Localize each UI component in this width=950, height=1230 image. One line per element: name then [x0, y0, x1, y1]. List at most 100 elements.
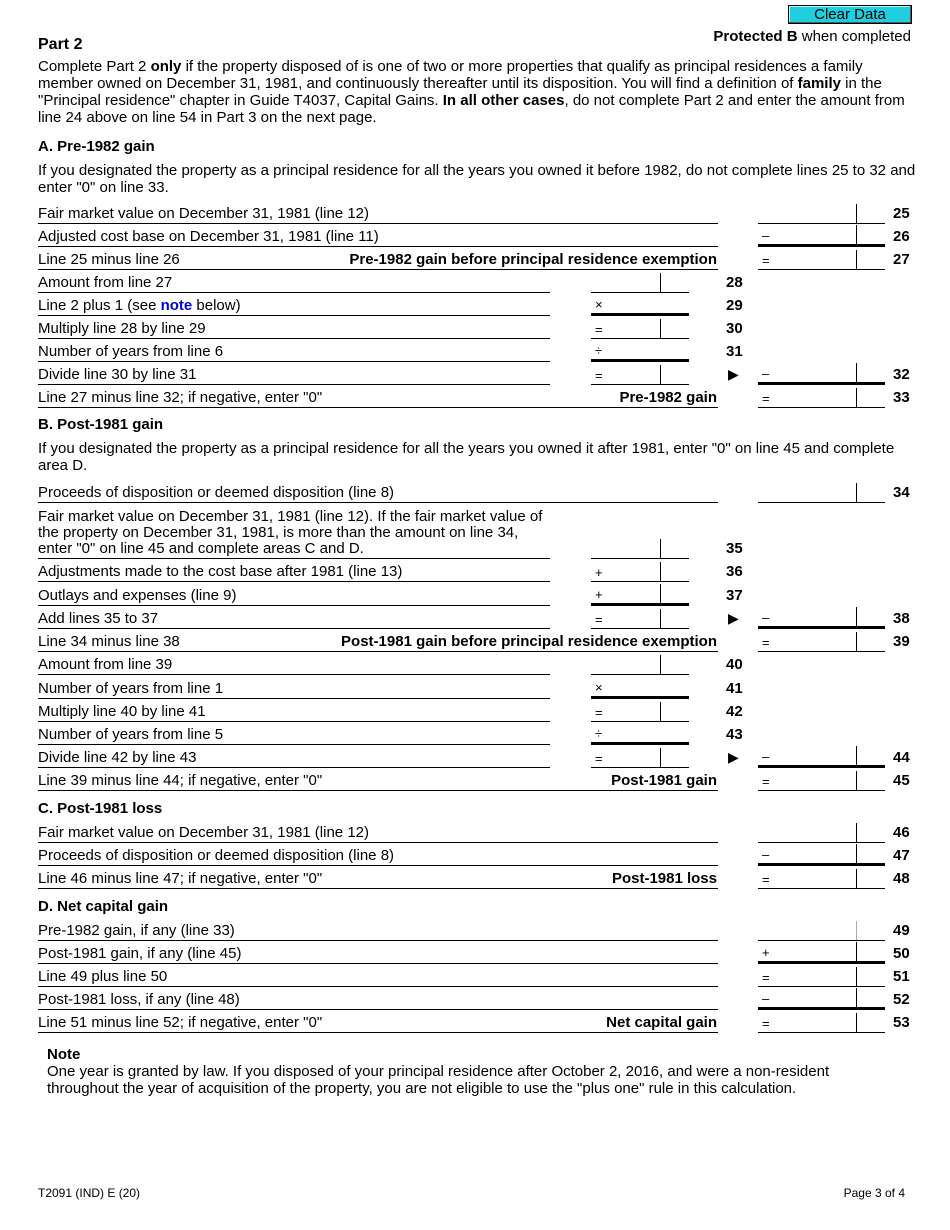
divide-operator: ÷: [595, 726, 603, 741]
line-52-input[interactable]: –: [758, 988, 885, 1010]
underline: [38, 407, 718, 408]
line-28-row: Amount from line 27 28: [38, 270, 918, 293]
line-45-input[interactable]: =: [758, 771, 885, 791]
line-32-mid-input[interactable]: =: [591, 365, 689, 385]
line-number: 46: [893, 824, 910, 841]
line-33-input[interactable]: =: [758, 388, 885, 408]
line-label: Divide line 42 by line 43: [38, 749, 197, 766]
line-43-row: Number of years from line 5 ÷ 43: [38, 722, 918, 745]
protected-b-label: Protected B when completed: [713, 28, 911, 45]
equals-operator: =: [595, 322, 603, 337]
underline: [38, 502, 718, 503]
line-label: Fair market value on December 31, 1981 (…: [38, 508, 543, 557]
line-29-input[interactable]: ×: [591, 297, 689, 316]
line-label: Add lines 35 to 37: [38, 610, 159, 627]
line-43-input[interactable]: ÷: [591, 726, 689, 745]
plus-operator: +: [595, 587, 603, 602]
line-44-input[interactable]: –: [758, 746, 885, 768]
line-label: Divide line 30 by line 31: [38, 366, 197, 383]
line-31-row: Number of years from line 6 ÷ 31: [38, 339, 918, 362]
line-bold-label: Post-1981 gain before principal residenc…: [341, 633, 717, 650]
line-number: 25: [893, 205, 910, 222]
line-53-row: Line 51 minus line 52; if negative, ente…: [38, 1010, 918, 1033]
line-42-input[interactable]: =: [591, 702, 689, 722]
line-28-input[interactable]: [591, 273, 689, 293]
line-41-input[interactable]: ×: [591, 680, 689, 699]
line-44-mid-input[interactable]: =: [591, 748, 689, 768]
line-label: Line 39 minus line 44; if negative, ente…: [38, 772, 323, 789]
line-37-input[interactable]: +: [591, 584, 689, 606]
intro-bold: family: [797, 75, 841, 92]
line-label: Number of years from line 6: [38, 343, 224, 360]
line-35-row: Fair market value on December 31, 1981 (…: [38, 505, 918, 559]
line-number: 33: [893, 389, 910, 406]
section-a-desc: If you designated the property as a prin…: [38, 162, 916, 196]
equals-operator: =: [762, 253, 770, 268]
line-label: Fair market value on December 31, 1981 (…: [38, 824, 369, 841]
plus-operator: +: [595, 565, 603, 580]
note-link[interactable]: note: [161, 297, 193, 314]
line-label: Adjustments made to the cost base after …: [38, 563, 403, 580]
line-27-input[interactable]: =: [758, 250, 885, 270]
line-label: Fair market value on December 31, 1981 (…: [38, 205, 369, 222]
line-53-input[interactable]: =: [758, 1013, 885, 1033]
note-text: One year is granted by law. If you dispo…: [47, 1063, 830, 1097]
line-number: 48: [893, 870, 910, 887]
equals-operator: =: [762, 635, 770, 650]
line-label: Line 2 plus 1 (see note below): [38, 297, 241, 314]
line-51-input[interactable]: =: [758, 967, 885, 987]
line-bold-label: Pre-1982 gain before principal residence…: [349, 251, 717, 268]
line-33-row: Line 27 minus line 32; if negative, ente…: [38, 385, 918, 408]
line-label: Line 34 minus line 38: [38, 633, 180, 650]
line-48-row: Line 46 minus line 47; if negative, ente…: [38, 866, 918, 889]
line-number: 32: [893, 366, 910, 383]
part-title: Part 2: [38, 36, 83, 53]
line-label: Adjusted cost base on December 31, 1981 …: [38, 228, 379, 245]
line-25-row: Fair market value on December 31, 1981 (…: [38, 201, 918, 224]
line-39-input[interactable]: =: [758, 632, 885, 652]
line-32-input[interactable]: –: [758, 363, 885, 385]
line-44-row: Divide line 42 by line 43 = ▶ – 44: [38, 745, 918, 768]
line-34-row: Proceeds of disposition or deemed dispos…: [38, 480, 918, 503]
line-26-input[interactable]: –: [758, 225, 885, 247]
line-48-input[interactable]: =: [758, 869, 885, 889]
line-37-row: Outlays and expenses (line 9) + 37: [38, 583, 918, 606]
line-number: 44: [893, 749, 910, 766]
line-number: 27: [893, 251, 910, 268]
line-39-row: Line 34 minus line 38 Post-1981 gain bef…: [38, 629, 918, 652]
line-36-input[interactable]: +: [591, 562, 689, 582]
arrow-right-icon: ▶: [728, 749, 739, 765]
line-number: 39: [893, 633, 910, 650]
line-label: Number of years from line 5: [38, 726, 224, 743]
line-number: 28: [726, 274, 743, 291]
equals-operator: =: [595, 612, 603, 627]
multiply-operator: ×: [595, 680, 603, 695]
line-25-input[interactable]: [758, 204, 885, 224]
underline: [38, 581, 550, 582]
underline: [38, 674, 550, 675]
line-number: 43: [726, 726, 743, 743]
line-number: 42: [726, 703, 743, 720]
equals-operator: =: [762, 872, 770, 887]
minus-operator: –: [762, 610, 770, 625]
minus-operator: –: [762, 366, 770, 381]
line-36-row: Adjustments made to the cost base after …: [38, 559, 918, 582]
line-40-input[interactable]: [591, 655, 689, 675]
line-30-row: Multiply line 28 by line 29 = 30: [38, 316, 918, 339]
clear-data-button[interactable]: Clear Data: [788, 5, 912, 24]
line-38-mid-input[interactable]: =: [591, 609, 689, 629]
line-number: 26: [893, 228, 910, 245]
line-38-input[interactable]: –: [758, 607, 885, 629]
line-49-input[interactable]: [758, 921, 885, 941]
line-number: 52: [893, 991, 910, 1008]
line-30-input[interactable]: =: [591, 319, 689, 339]
line-50-input[interactable]: +: [758, 942, 885, 964]
equals-operator: =: [762, 970, 770, 985]
line-34-input[interactable]: [758, 483, 885, 503]
line-31-input[interactable]: ÷: [591, 343, 689, 362]
line-bold-label: Pre-1982 gain: [619, 389, 717, 406]
line-35-input[interactable]: [591, 539, 689, 559]
line-47-input[interactable]: –: [758, 844, 885, 866]
line-bold-label: Post-1981 gain: [611, 772, 717, 789]
line-46-input[interactable]: [758, 823, 885, 843]
